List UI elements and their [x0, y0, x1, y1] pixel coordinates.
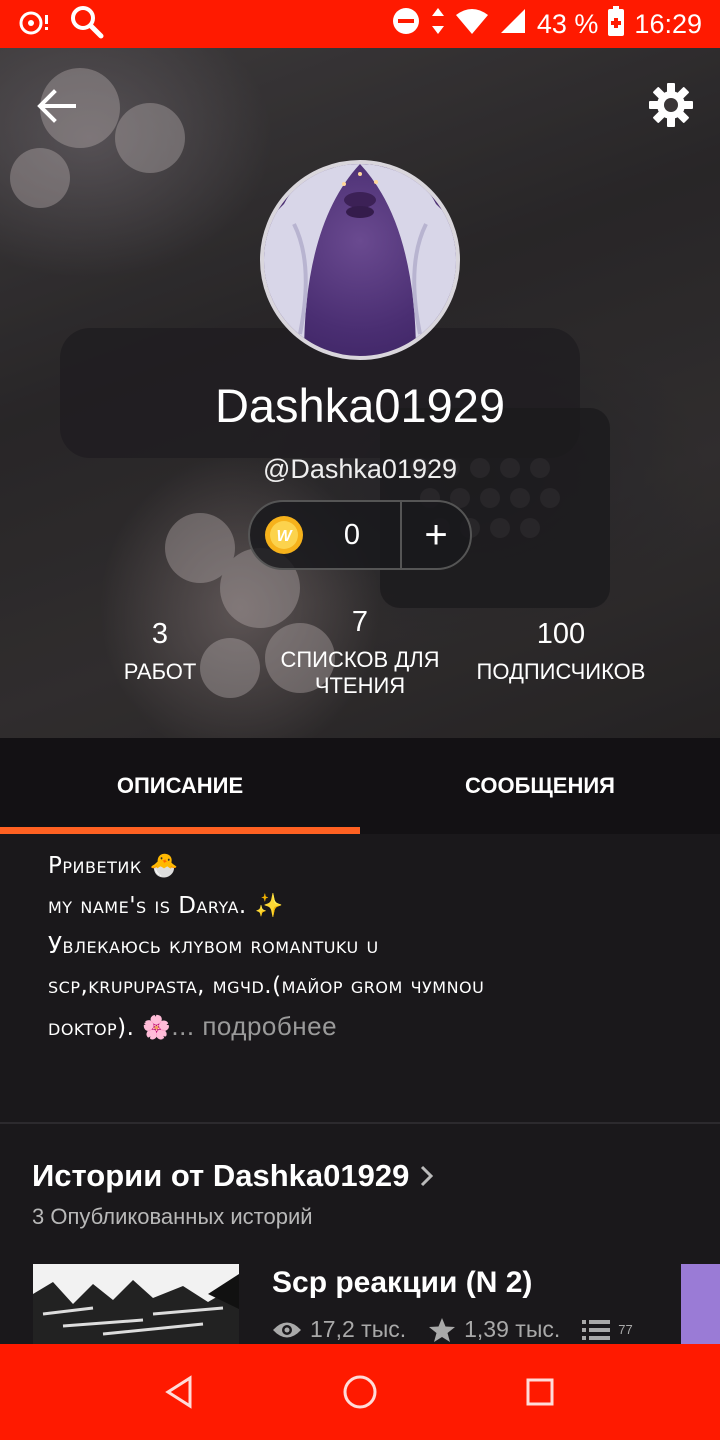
stat-reading-lists[interactable]: 7 СПИСКОВ ДЛЯ ЧТЕНИЯ: [270, 606, 450, 699]
stories-section-header[interactable]: Истории от Dashka01929: [32, 1158, 435, 1194]
description-line-text: doktop). 🌸: [48, 1015, 172, 1041]
stat-reading-lists-label: СПИСКОВ ДЛЯ ЧТЕНИЯ: [280, 647, 440, 698]
story-meta: 17,2 тыс. 1,39 тыс. 77: [272, 1316, 633, 1343]
story-cover-image: [33, 1264, 239, 1344]
story-parts: 77: [618, 1322, 633, 1337]
notification-icon: [18, 7, 52, 42]
story-title[interactable]: Scp реакции (N 2): [272, 1266, 532, 1300]
avatar-image: [264, 164, 456, 356]
description-line: Pривеtик 🐣: [48, 853, 179, 879]
gear-icon: [649, 83, 693, 127]
story-votes: 1,39 тыс.: [464, 1316, 561, 1342]
story-cover[interactable]: [33, 1264, 239, 1344]
profile-description: Pривеtик 🐣 my name's is Darya. ✨ Увлекаю…: [48, 846, 678, 1048]
wifi-icon: [455, 7, 489, 42]
section-divider: [0, 1122, 720, 1124]
status-bar: 43 % 16:29: [0, 0, 720, 48]
nav-recents-button[interactable]: [520, 1372, 560, 1412]
read-more-link[interactable]: ... подробнее: [171, 1011, 337, 1041]
eye-icon: [273, 1322, 301, 1337]
clock: 16:29: [634, 8, 702, 39]
profile-handle: @Dashka01929: [262, 454, 458, 484]
stories-subtitle: 3 Опубликованных историй: [32, 1204, 313, 1229]
back-button[interactable]: [34, 84, 78, 128]
story-views: 17,2 тыс.: [310, 1316, 407, 1342]
stat-followers-count: 100: [536, 618, 586, 650]
star-icon: [429, 1317, 456, 1342]
next-story-cover[interactable]: [681, 1264, 720, 1344]
arrow-left-icon: [37, 89, 76, 123]
stat-works-label: РАБОТ: [123, 659, 197, 684]
svg-text:W: W: [276, 528, 293, 545]
description-line: Увлекаюсь клyвом romantuku u: [48, 933, 379, 959]
navigation-bar: [0, 1344, 720, 1440]
stories-title: Истории от Dashka01929: [32, 1158, 410, 1193]
dnd-icon: [391, 6, 421, 43]
profile-header: Dashka01929 @Dashka01929 W 0 + 3 РАБОТ 7…: [0, 48, 720, 738]
coins-widget: W 0 +: [248, 500, 472, 570]
stat-followers-label: ПОДПИСЧИКОВ: [476, 659, 646, 684]
profile-display-name: Dashka01929: [214, 379, 506, 432]
add-coins-button[interactable]: +: [402, 515, 470, 555]
triangle-back-icon: [165, 1375, 192, 1409]
coin-count: 0: [343, 518, 361, 551]
battery-icon: [608, 5, 625, 43]
stat-reading-lists-count: 7: [351, 606, 369, 638]
nav-back-button[interactable]: [160, 1372, 200, 1412]
data-arrows-icon: [431, 6, 445, 43]
tab-messages[interactable]: СООБЩЕНИЯ: [360, 738, 720, 834]
search-icon: [70, 5, 104, 44]
tab-description[interactable]: ОПИСАНИЕ: [0, 738, 360, 834]
chevron-right-icon: [421, 1165, 434, 1187]
stat-works[interactable]: 3 РАБОТ: [100, 618, 220, 685]
description-line: doktop). 🌸... подробнее: [48, 1006, 678, 1048]
nav-home-button[interactable]: [340, 1372, 380, 1412]
stat-works-count: 3: [151, 618, 169, 650]
stat-followers[interactable]: 100 ПОДПИСЧИКОВ: [466, 618, 656, 685]
signal-icon: [499, 7, 527, 42]
square-recents-icon: [526, 1378, 554, 1406]
description-line: scp,krupupasta, mgчd.(майор grom чуmnou: [48, 973, 485, 999]
battery-percent: 43 %: [536, 8, 599, 39]
settings-button[interactable]: [648, 82, 694, 128]
coin-icon: W: [265, 516, 303, 554]
description-line: my name's is Darya. ✨: [48, 893, 284, 919]
profile-tabs: ОПИСАНИЕ СООБЩЕНИЯ: [0, 738, 720, 834]
list-icon: [582, 1319, 611, 1340]
avatar[interactable]: [260, 160, 460, 360]
circle-home-icon: [343, 1375, 377, 1409]
